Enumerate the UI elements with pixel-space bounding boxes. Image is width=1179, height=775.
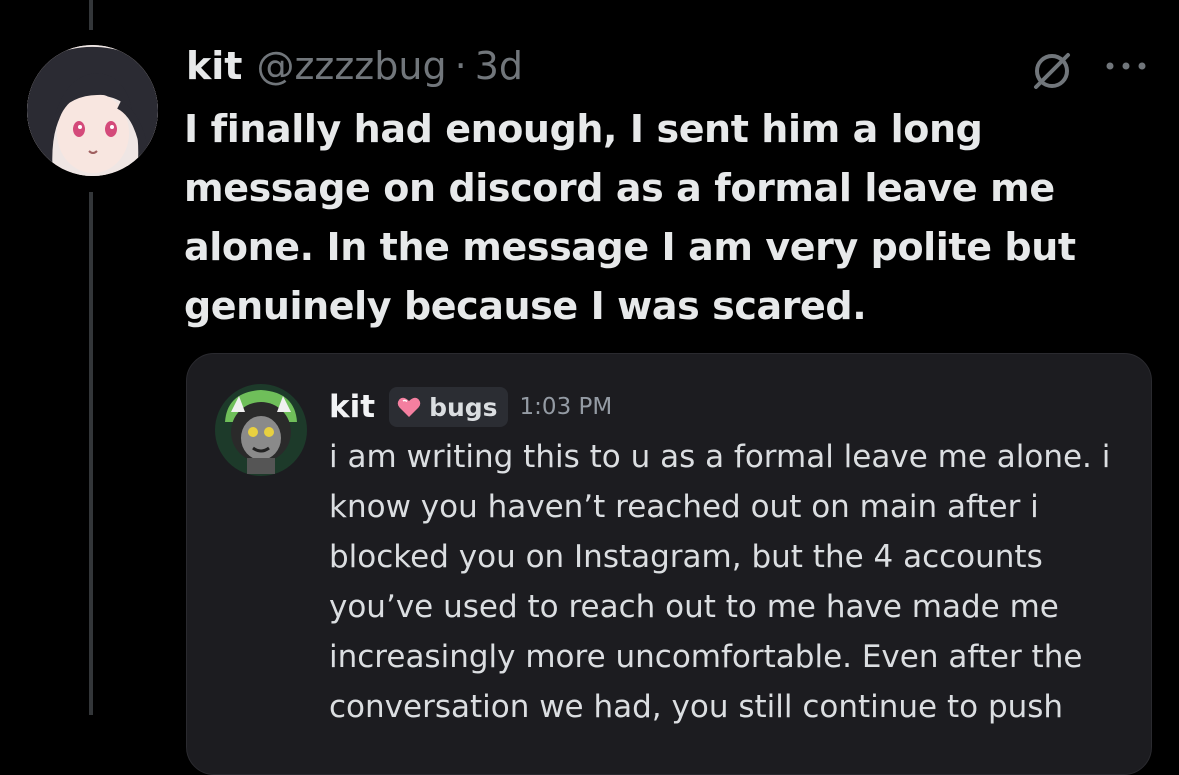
tweet-text: I finally had enough, I sent him a long … xyxy=(184,107,1076,328)
server-tag-badge[interactable]: bugs xyxy=(389,387,508,427)
discord-username[interactable]: kit xyxy=(329,389,375,425)
thread-connector-top xyxy=(89,0,93,30)
avatar-image xyxy=(27,45,158,176)
tweet-header: kit @zzzzbug · 3d xyxy=(186,40,523,92)
author-handle[interactable]: @zzzzbug xyxy=(256,44,446,88)
author-avatar[interactable] xyxy=(27,45,158,176)
more-options-icon[interactable] xyxy=(1102,58,1150,74)
thread-connector xyxy=(89,192,93,715)
server-tag-label: bugs xyxy=(429,392,498,422)
heart-icon xyxy=(397,397,421,417)
discord-message-header: kit bugs 1:03 PM xyxy=(329,384,612,430)
discord-timestamp: 1:03 PM xyxy=(519,394,613,420)
discord-message-text: i am writing this to u as a formal leave… xyxy=(329,439,1111,725)
tweet-timestamp[interactable]: 3d xyxy=(475,44,523,88)
author-display-name[interactable]: kit xyxy=(186,44,242,88)
attached-image[interactable]: kit bugs 1:03 PM i am writing this to u … xyxy=(186,353,1152,775)
discord-avatar xyxy=(213,382,309,478)
grok-icon[interactable] xyxy=(1028,47,1076,95)
header-separator: · xyxy=(454,44,467,88)
